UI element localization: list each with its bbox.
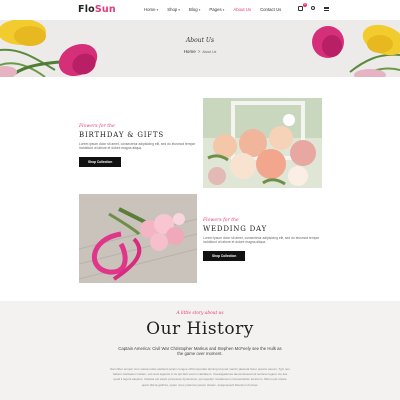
nav-item-label: About Us	[233, 7, 252, 12]
feature-heading: Birthday & Gifts	[79, 131, 164, 139]
history-kicker: A little story about us	[176, 311, 224, 316]
nav-item-contact-us[interactable]: Contact Us	[260, 7, 281, 12]
breadcrumb-separator: >	[197, 49, 201, 54]
nav-item-about-us[interactable]: About Us	[233, 7, 251, 12]
feature-birthday: Flowers for the Birthday & Gifts Lorem i…	[79, 124, 197, 168]
feature-kicker: Flowers for the	[79, 124, 115, 129]
nav-item-pages[interactable]: Pages▾	[209, 7, 224, 12]
bouquet-lantern-photo	[203, 98, 322, 188]
nav-item-label: Shop	[167, 7, 178, 12]
history-lead: Captain America: Civil War Christopher M…	[118, 346, 282, 357]
cart-count-badge: 0	[303, 3, 307, 7]
history-section: A little story about us Our History Capt…	[0, 301, 400, 400]
shop-collection-button[interactable]: Shop Collection	[203, 251, 246, 262]
menu-button[interactable]	[324, 5, 330, 11]
nav-item-label: Contact Us	[260, 7, 282, 12]
chevron-down-icon: ▾	[198, 8, 201, 12]
search-icon	[311, 6, 315, 10]
logo-text-accent: Sun	[94, 4, 116, 15]
history-title: Our History	[146, 319, 254, 339]
feature-description: Lorem ipsum dolor sit amet, consectetur …	[79, 142, 196, 151]
site-header: FloSun Home▾ Shop▾ Blog▾ Pages▾ About Us…	[0, 0, 400, 20]
chevron-down-icon: ▾	[222, 8, 225, 12]
nav-item-label: Blog	[189, 7, 198, 12]
nav-item-label: Pages	[209, 7, 222, 12]
feature-description: Lorem ipsum dolor sit amet, consectetur …	[203, 236, 320, 245]
feature-heading: Wedding Day	[203, 225, 268, 233]
cart-button[interactable]: 0	[298, 3, 307, 11]
feature-kicker: Flowers for the	[203, 218, 239, 223]
breadcrumb-home-link[interactable]: Home	[184, 49, 196, 54]
shop-collection-button[interactable]: Shop Collection	[79, 157, 122, 168]
hamburger-menu-icon	[324, 6, 329, 11]
main-nav: Home▾ Shop▾ Blog▾ Pages▾ About Us Contac…	[144, 7, 290, 12]
shopping-bag-icon	[298, 6, 303, 11]
history-body: Nam liber tempor cum soluta nobis eleife…	[110, 367, 290, 387]
search-button[interactable]	[311, 5, 317, 11]
breadcrumb: Home > About Us	[0, 49, 400, 54]
nav-item-shop[interactable]: Shop▾	[167, 7, 180, 12]
logo-text-dark: Flo	[78, 4, 95, 15]
chevron-down-icon: ▾	[156, 8, 159, 12]
roses-ribbon-photo	[79, 194, 197, 283]
page-title: About Us	[185, 37, 215, 44]
page-banner: About Us Home > About Us	[0, 20, 400, 77]
chevron-down-icon: ▾	[178, 8, 181, 12]
breadcrumb-current: About Us	[202, 50, 217, 54]
site-logo[interactable]: FloSun	[78, 4, 116, 15]
nav-item-home[interactable]: Home▾	[144, 7, 158, 12]
feature-wedding: Flowers for the Wedding Day Lorem ipsum …	[203, 218, 322, 262]
header-actions: 0	[298, 3, 330, 11]
nav-item-blog[interactable]: Blog▾	[189, 7, 200, 12]
nav-item-label: Home	[144, 7, 156, 12]
